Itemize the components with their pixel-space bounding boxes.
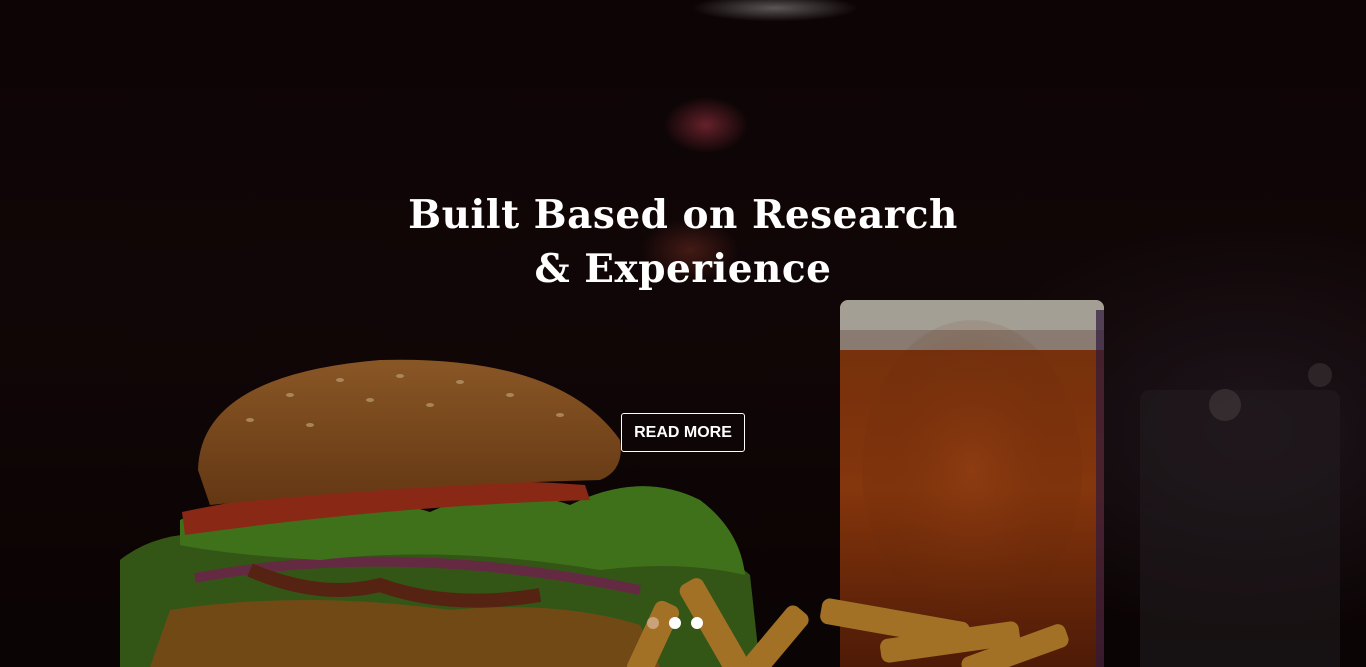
dark-overlay (0, 0, 1366, 667)
hero-headline: Built Based on Research & Experience (0, 188, 1366, 296)
hero-caption: Built Based on Research & Experience (0, 188, 1366, 296)
carousel-dot-2[interactable] (669, 617, 681, 629)
hero-headline-line-1: Built Based on Research (408, 192, 958, 238)
hero-slider: Built Based on Research & Experience REA… (0, 0, 1366, 667)
carousel-dot-1[interactable] (647, 617, 659, 629)
read-more-button[interactable]: READ MORE (621, 413, 745, 452)
carousel-indicators (647, 617, 703, 629)
hero-headline-line-2: & Experience (534, 246, 832, 292)
carousel-dot-3[interactable] (691, 617, 703, 629)
